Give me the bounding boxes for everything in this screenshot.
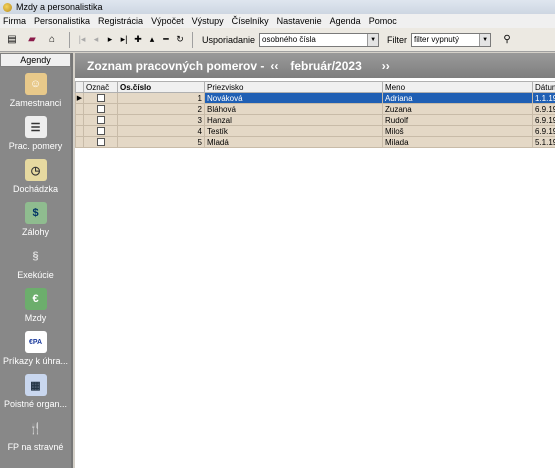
period-label: február/2023: [290, 58, 362, 73]
refresh-icon[interactable]: ↻: [173, 34, 187, 45]
table-row[interactable]: 2 Bláhová Zuzana 6.9.19: [75, 103, 555, 115]
employment-table: Označ Os.číslo Priezvisko Meno Dátum ▶ 1…: [75, 81, 555, 148]
chevron-down-icon: ▼: [367, 33, 379, 46]
filter-select[interactable]: filter vypnutý ▼: [411, 32, 492, 47]
money-icon: $: [24, 202, 47, 224]
row-checkbox[interactable]: [96, 116, 105, 125]
sidebar-item-prikazy[interactable]: €PA Príkazy k úhra...: [0, 325, 71, 368]
list-banner: Zoznam pracovných pomerov - ‹‹ február/2…: [75, 53, 555, 78]
sidebar-item-fp-stravne[interactable]: 🍴 FP na stravné: [0, 411, 71, 454]
add-record-button[interactable]: ✚: [131, 34, 145, 45]
next-period-button[interactable]: ››: [382, 59, 390, 73]
sidebar-item-mzdy[interactable]: € Mzdy: [0, 282, 71, 325]
page-title: Zoznam pracovných pomerov -: [87, 58, 265, 73]
next-record-button[interactable]: ▸: [103, 34, 117, 45]
seal-icon: §: [32, 250, 39, 262]
sidebar-item-zamestnanci[interactable]: ☺ Zamestnanci: [0, 67, 71, 110]
filter-label: Filter: [387, 34, 408, 45]
banknotes-icon: €: [24, 288, 47, 310]
sort-select[interactable]: osobného čísla ▼: [259, 32, 380, 47]
menu-registracia[interactable]: Registrácia: [98, 16, 143, 26]
contract-icon: ☰: [24, 116, 47, 138]
col-datum[interactable]: Dátum: [532, 81, 555, 93]
clock-icon: ◷: [24, 159, 47, 181]
menu-nastavenie[interactable]: Nastavenie: [277, 16, 322, 26]
home-icon[interactable]: ⌂: [44, 32, 60, 48]
menu-agenda[interactable]: Agenda: [330, 16, 361, 26]
row-checkbox[interactable]: [96, 105, 105, 114]
col-os-cislo[interactable]: Os.číslo: [117, 81, 205, 93]
row-checkbox[interactable]: [96, 94, 105, 103]
edit-up-button[interactable]: ▴: [145, 34, 159, 45]
sidebar-item-prac-pomery[interactable]: ☰ Prac. pomery: [0, 110, 71, 153]
prev-period-button[interactable]: ‹‹: [270, 59, 278, 73]
first-record-button[interactable]: |◂: [75, 34, 89, 45]
delete-record-button[interactable]: ━: [159, 34, 173, 45]
col-indicator: [75, 81, 84, 93]
table-row[interactable]: 5 Mladá Milada 5.1.19: [75, 136, 555, 148]
row-checkbox[interactable]: [96, 127, 105, 136]
col-meno[interactable]: Meno: [382, 81, 533, 93]
building-icon: ▦: [24, 374, 47, 396]
sidebar-header: Agendy: [0, 53, 71, 67]
table-header-row: Označ Os.číslo Priezvisko Meno Dátum: [75, 81, 555, 93]
sepa-icon: €PA: [24, 331, 47, 353]
title-bar: Mzdy a personalistika: [0, 0, 555, 14]
sidebar-item-dochadzka[interactable]: ◷ Dochádzka: [0, 153, 71, 196]
calculator-icon[interactable]: ▤: [4, 32, 20, 48]
sidebar-item-zalohy[interactable]: $ Zálohy: [0, 196, 71, 239]
table-row[interactable]: 3 Hanzal Rudolf 6.9.19: [75, 114, 555, 126]
people-icon: ☺: [24, 73, 47, 95]
table-row[interactable]: 4 Testík Miloš 6.9.19: [75, 125, 555, 137]
row-checkbox[interactable]: [96, 138, 105, 147]
last-record-button[interactable]: ▸|: [117, 34, 131, 45]
book-icon[interactable]: ▰: [24, 32, 40, 48]
table-row[interactable]: ▶ 1 Nováková Adriana 1.1.19: [75, 92, 555, 104]
menu-ciselniky[interactable]: Číselníky: [232, 16, 269, 26]
binoculars-icon[interactable]: ⚲: [499, 32, 515, 48]
sidebar-item-exekucie[interactable]: § Exekúcie: [0, 239, 71, 282]
prev-record-button[interactable]: ◂: [89, 34, 103, 45]
row-pointer-icon: ▶: [75, 92, 84, 104]
menu-firma[interactable]: Firma: [3, 16, 26, 26]
menu-personalistika[interactable]: Personalistika: [34, 16, 90, 26]
window-title: Mzdy a personalistika: [16, 2, 103, 12]
col-priezvisko[interactable]: Priezvisko: [204, 81, 383, 93]
menu-pomoc[interactable]: Pomoc: [369, 16, 397, 26]
col-oznac[interactable]: Označ: [83, 81, 118, 93]
app-icon: [3, 2, 12, 12]
chevron-down-icon: ▼: [479, 33, 491, 46]
menu-vystupy[interactable]: Výstupy: [192, 16, 224, 26]
agenda-sidebar: Agendy ☺ Zamestnanci ☰ Prac. pomery ◷ Dochá…: [0, 53, 73, 468]
toolbar: ▤ ▰ ⌂ |◂ ◂ ▸ ▸| ✚ ▴ ━ ↻ Usporiadanie oso…: [0, 28, 555, 52]
main-panel: Zoznam pracovných pomerov - ‹‹ február/2…: [75, 53, 555, 468]
cutlery-icon: 🍴: [28, 422, 43, 435]
menu-vypocet[interactable]: Výpočet: [151, 16, 184, 26]
menu-bar: Firma Personalistika Registrácia Výpočet…: [0, 14, 555, 28]
sort-label: Usporiadanie: [202, 34, 256, 45]
sidebar-item-poistne[interactable]: ▦ Poistné organ...: [0, 368, 71, 411]
